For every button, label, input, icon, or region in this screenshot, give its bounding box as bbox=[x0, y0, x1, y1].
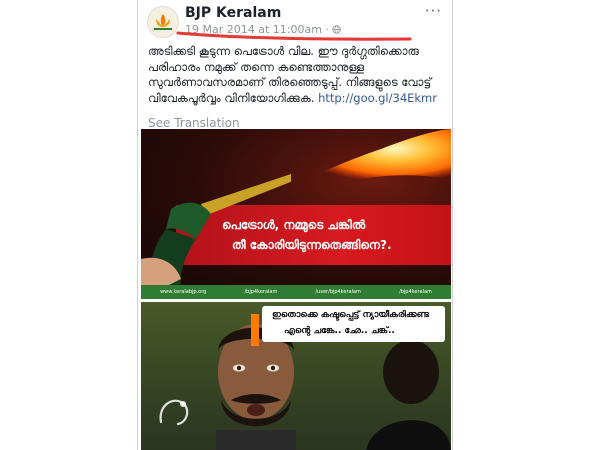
person-back-graphic bbox=[366, 342, 451, 450]
footer-youtube: /user/bjp4keralam bbox=[315, 289, 361, 295]
post-text: അടിക്കടി കൂടുന്ന പെട്രോൾ വില. ഈ ദുർഗ്ഗതി… bbox=[148, 44, 446, 106]
footer-facebook: /bjp4keralam bbox=[244, 289, 278, 295]
facebook-post-card: BJP Keralam 19 Mar 2014 at 11:00am · ···… bbox=[137, 0, 453, 450]
meme-caption-line-1: ഇതൊക്കെ കഷ്ടപ്പെട്ട് ന്യായീകരിക്കണ്ട bbox=[272, 310, 429, 320]
ad-footer-strip: www.keralabjp.org /bjp4keralam /user/bjp… bbox=[141, 285, 451, 299]
watermark-logo-icon bbox=[159, 399, 189, 426]
flame-graphic bbox=[291, 129, 451, 186]
troll-meme-image[interactable]: ഇതൊക്കെ കഷ്ടപ്പെട്ട് ന്യായീകരിക്കണ്ട എന്… bbox=[141, 302, 451, 450]
meme-caption-line-2: എന്റെ ചങ്കേ.. ഛേ.. ചങ്ക്.. bbox=[284, 326, 395, 336]
page-name-link[interactable]: BJP Keralam bbox=[185, 5, 281, 21]
footer-website: www.keralabjp.org bbox=[160, 289, 207, 295]
footer-twitter: /bjp4keralam bbox=[399, 289, 432, 295]
fuel-nozzle-graphic bbox=[141, 174, 291, 294]
meme-caption-box: ഇതൊക്കെ കഷ്ടപ്പെട്ട് ന്യായീകരിക്കണ്ട എന്… bbox=[262, 306, 445, 342]
petrol-ad-image[interactable]: പെട്രോൾ, നമ്മുടെ ചങ്കിൽ തീ കോരിയിടുന്നതെ… bbox=[141, 129, 451, 299]
more-options-icon[interactable]: ··· bbox=[425, 2, 442, 20]
see-translation-link[interactable]: See Translation bbox=[148, 116, 240, 130]
post-link[interactable]: http://goo.gl/34Ekmr bbox=[318, 91, 437, 105]
